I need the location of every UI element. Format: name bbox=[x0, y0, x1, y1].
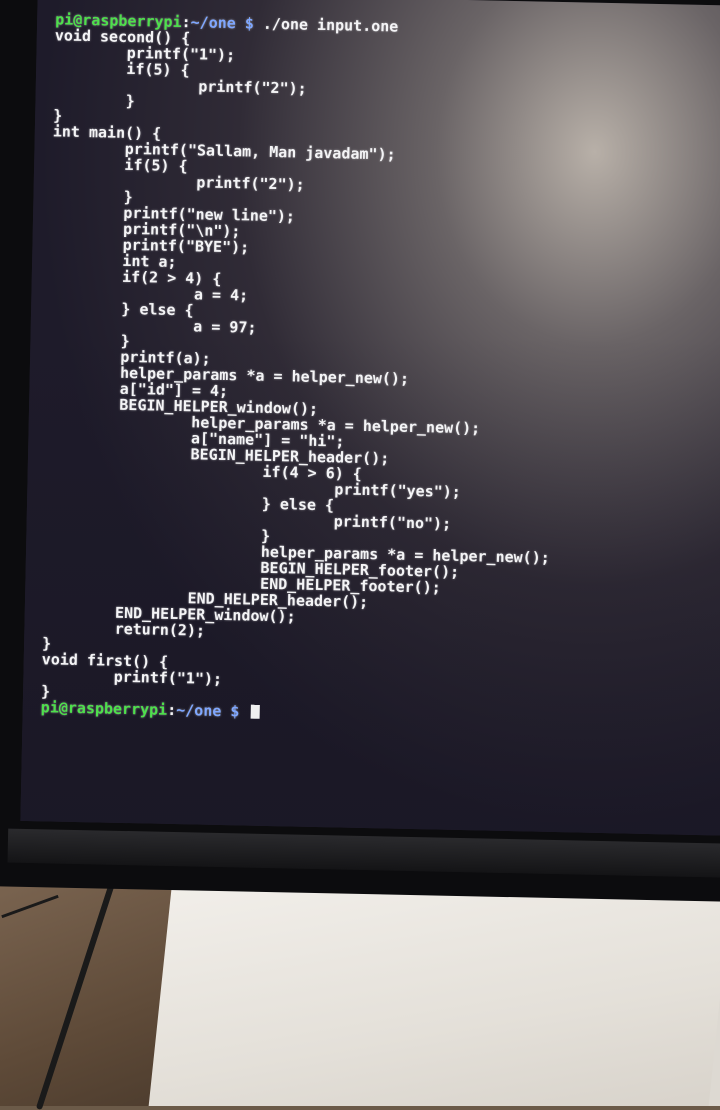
terminal-window[interactable]: pi@raspberrypi:~/one $ ./one input.one v… bbox=[39, 10, 720, 825]
prompt-symbol: $ bbox=[244, 14, 255, 33]
monitor-screen: pi@raspberrypi:~/one $ ./one input.one v… bbox=[20, 0, 720, 836]
prompt-symbol: $ bbox=[230, 702, 240, 721]
terminal-command: ./one input.one bbox=[262, 14, 399, 36]
text-cursor bbox=[250, 704, 260, 719]
monitor-frame: pi@raspberrypi:~/one $ ./one input.one v… bbox=[0, 0, 720, 902]
monitor-stand-base bbox=[148, 890, 720, 1106]
terminal-output: void second() { printf("1"); if(5) { pri… bbox=[41, 26, 720, 713]
monitor-bezel-bottom bbox=[7, 828, 720, 878]
prompt-path: ~/one bbox=[190, 13, 236, 33]
prompt-path: ~/one bbox=[176, 701, 222, 721]
prompt-user: pi@raspberrypi bbox=[40, 698, 168, 719]
